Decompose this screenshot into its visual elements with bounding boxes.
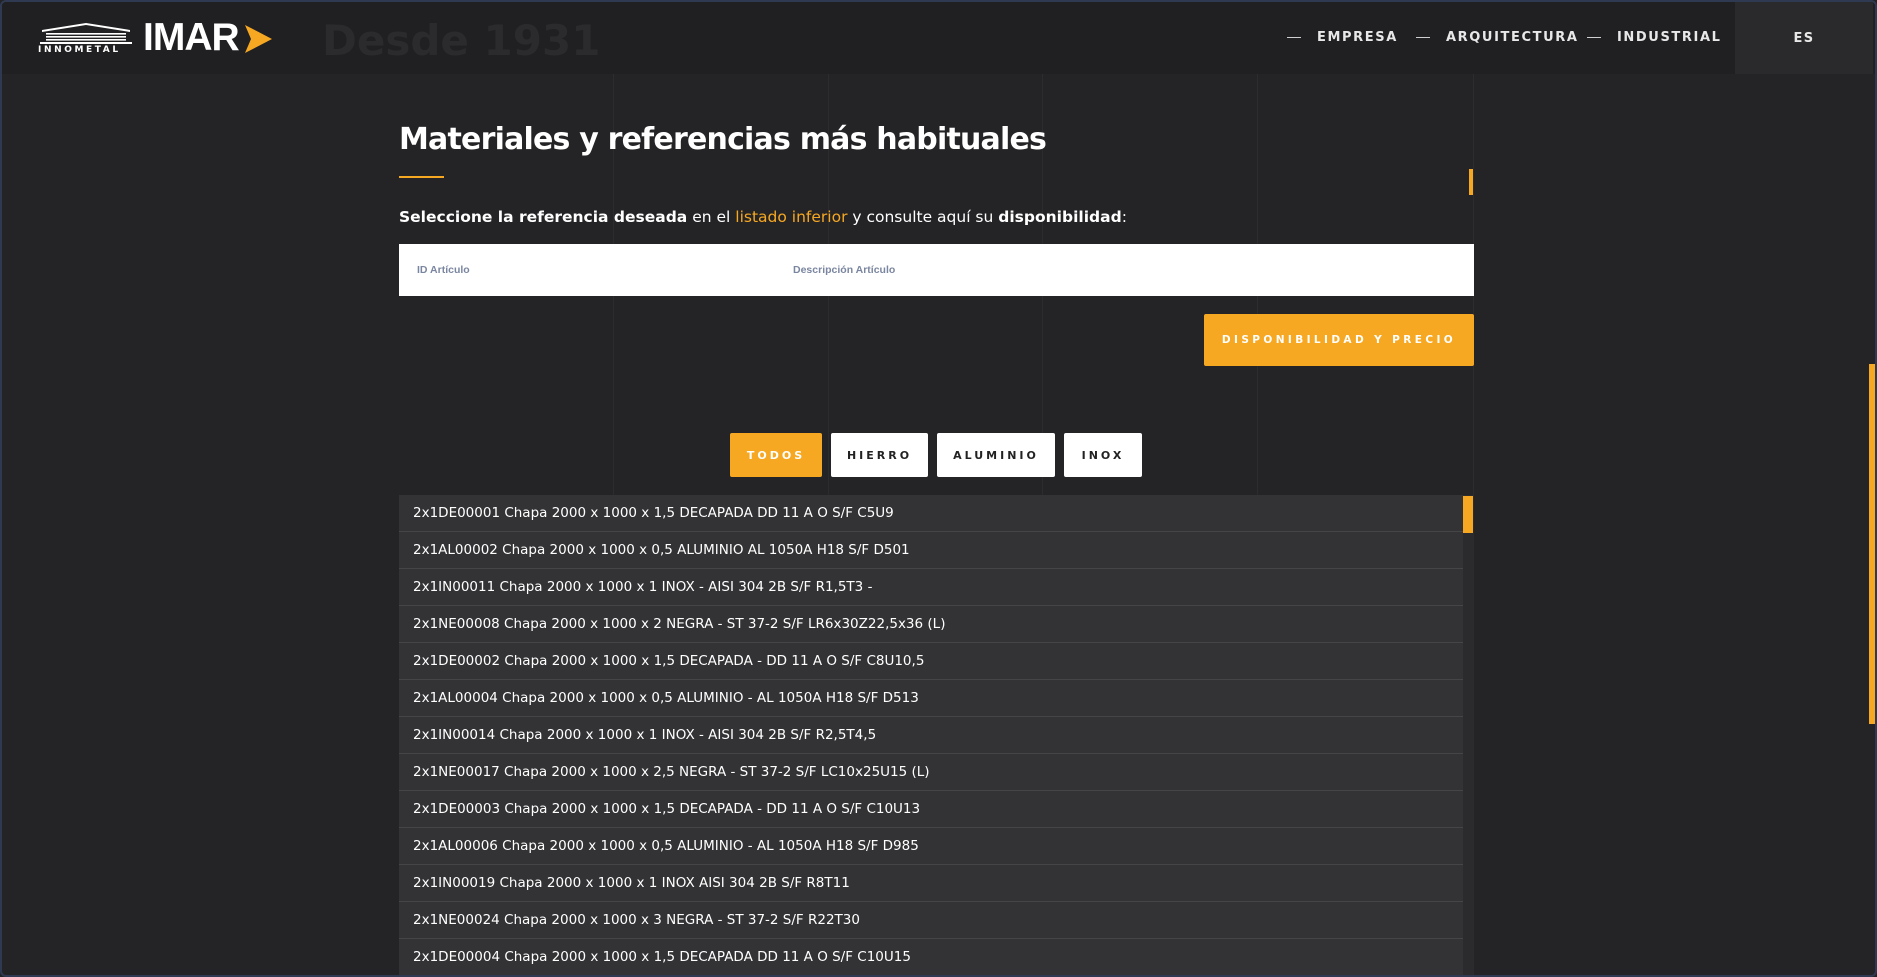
page-scrollbar-thumb[interactable] xyxy=(1869,364,1875,724)
instruction-text-2: en el xyxy=(687,208,736,226)
filter-hierro-button[interactable]: HIERRO xyxy=(831,433,928,477)
title-underline xyxy=(399,176,444,178)
instruction-bold-1: Seleccione la referencia deseada xyxy=(399,208,688,226)
nav-label: EMPRESA xyxy=(1317,30,1398,45)
innometal-logo-text: INNOMETAL xyxy=(38,45,121,55)
instruction-text: Seleccione la referencia deseada en el l… xyxy=(399,208,1127,226)
nav-label: INDUSTRIAL xyxy=(1617,30,1722,45)
list-item[interactable]: 2x1IN00019 Chapa 2000 x 1000 x 1 INOX AI… xyxy=(399,865,1463,902)
nav-item-empresa[interactable]: EMPRESA xyxy=(1287,30,1398,45)
nav-label: ARQUITECTURA xyxy=(1446,30,1579,45)
list-item[interactable]: 2x1NE00008 Chapa 2000 x 1000 x 2 NEGRA -… xyxy=(399,606,1463,643)
instruction-text-6: : xyxy=(1121,208,1127,226)
list-item[interactable]: 2x1AL00004 Chapa 2000 x 1000 x 0,5 ALUMI… xyxy=(399,680,1463,717)
page-title: Materiales y referencias más habituales xyxy=(399,122,1047,157)
instruction-text-4: y consulte aquí su xyxy=(847,208,999,226)
list-item[interactable]: 2x1DE00002 Chapa 2000 x 1000 x 1,5 DECAP… xyxy=(399,643,1463,680)
list-item[interactable]: 2x1AL00006 Chapa 2000 x 1000 x 0,5 ALUMI… xyxy=(399,828,1463,865)
since-watermark: Desde 1931 xyxy=(322,16,601,65)
list-scrollbar-track[interactable] xyxy=(1463,495,1473,975)
innometal-roof-icon xyxy=(40,23,132,44)
innometal-logo[interactable]: INNOMETAL xyxy=(38,22,134,56)
grid-line xyxy=(1473,74,1474,975)
instruction-highlight: listado inferior xyxy=(735,208,848,226)
article-id-field[interactable]: ID Artículo xyxy=(417,264,470,276)
dash-icon xyxy=(1416,37,1430,38)
reference-list: 2x1DE00001 Chapa 2000 x 1000 x 1,5 DECAP… xyxy=(399,495,1463,975)
accent-marker xyxy=(1469,169,1473,195)
article-description-field[interactable]: Descripción Artículo xyxy=(793,264,895,276)
list-item[interactable]: 2x1DE00003 Chapa 2000 x 1000 x 1,5 DECAP… xyxy=(399,791,1463,828)
list-item[interactable]: 2x1IN00014 Chapa 2000 x 1000 x 1 INOX - … xyxy=(399,717,1463,754)
language-selector[interactable]: ES xyxy=(1735,2,1873,74)
list-item[interactable]: 2x1IN00011 Chapa 2000 x 1000 x 1 INOX - … xyxy=(399,569,1463,606)
dash-icon xyxy=(1287,37,1301,38)
dash-icon xyxy=(1587,37,1601,38)
list-item[interactable]: 2x1AL00002 Chapa 2000 x 1000 x 0,5 ALUMI… xyxy=(399,532,1463,569)
article-search-box: ID Artículo Descripción Artículo xyxy=(399,244,1474,296)
page: INNOMETAL IMAR Desde 1931 EMPRESA ARQUIT… xyxy=(0,0,1877,977)
availability-price-button[interactable]: DISPONIBILIDAD Y PRECIO xyxy=(1204,314,1474,366)
site-header: INNOMETAL IMAR Desde 1931 EMPRESA ARQUIT… xyxy=(2,2,1875,74)
filter-inox-button[interactable]: INOX xyxy=(1064,433,1142,477)
list-item[interactable]: 2x1NE00024 Chapa 2000 x 1000 x 3 NEGRA -… xyxy=(399,902,1463,939)
filter-aluminio-button[interactable]: ALUMINIO xyxy=(937,433,1055,477)
list-item[interactable]: 2x1NE00017 Chapa 2000 x 1000 x 2,5 NEGRA… xyxy=(399,754,1463,791)
list-item[interactable]: 2x1DE00004 Chapa 2000 x 1000 x 1,5 DECAP… xyxy=(399,939,1463,975)
nav-item-industrial[interactable]: INDUSTRIAL xyxy=(1587,30,1722,45)
imar-logo[interactable]: IMAR xyxy=(143,16,240,60)
list-scrollbar-thumb[interactable] xyxy=(1463,496,1473,533)
list-item[interactable]: 2x1DE00001 Chapa 2000 x 1000 x 1,5 DECAP… xyxy=(399,495,1463,532)
instruction-bold-5: disponibilidad xyxy=(998,208,1122,226)
filter-todos-button[interactable]: TODOS xyxy=(730,433,822,477)
nav-item-arquitectura[interactable]: ARQUITECTURA xyxy=(1416,30,1579,45)
play-triangle-icon xyxy=(245,25,272,53)
